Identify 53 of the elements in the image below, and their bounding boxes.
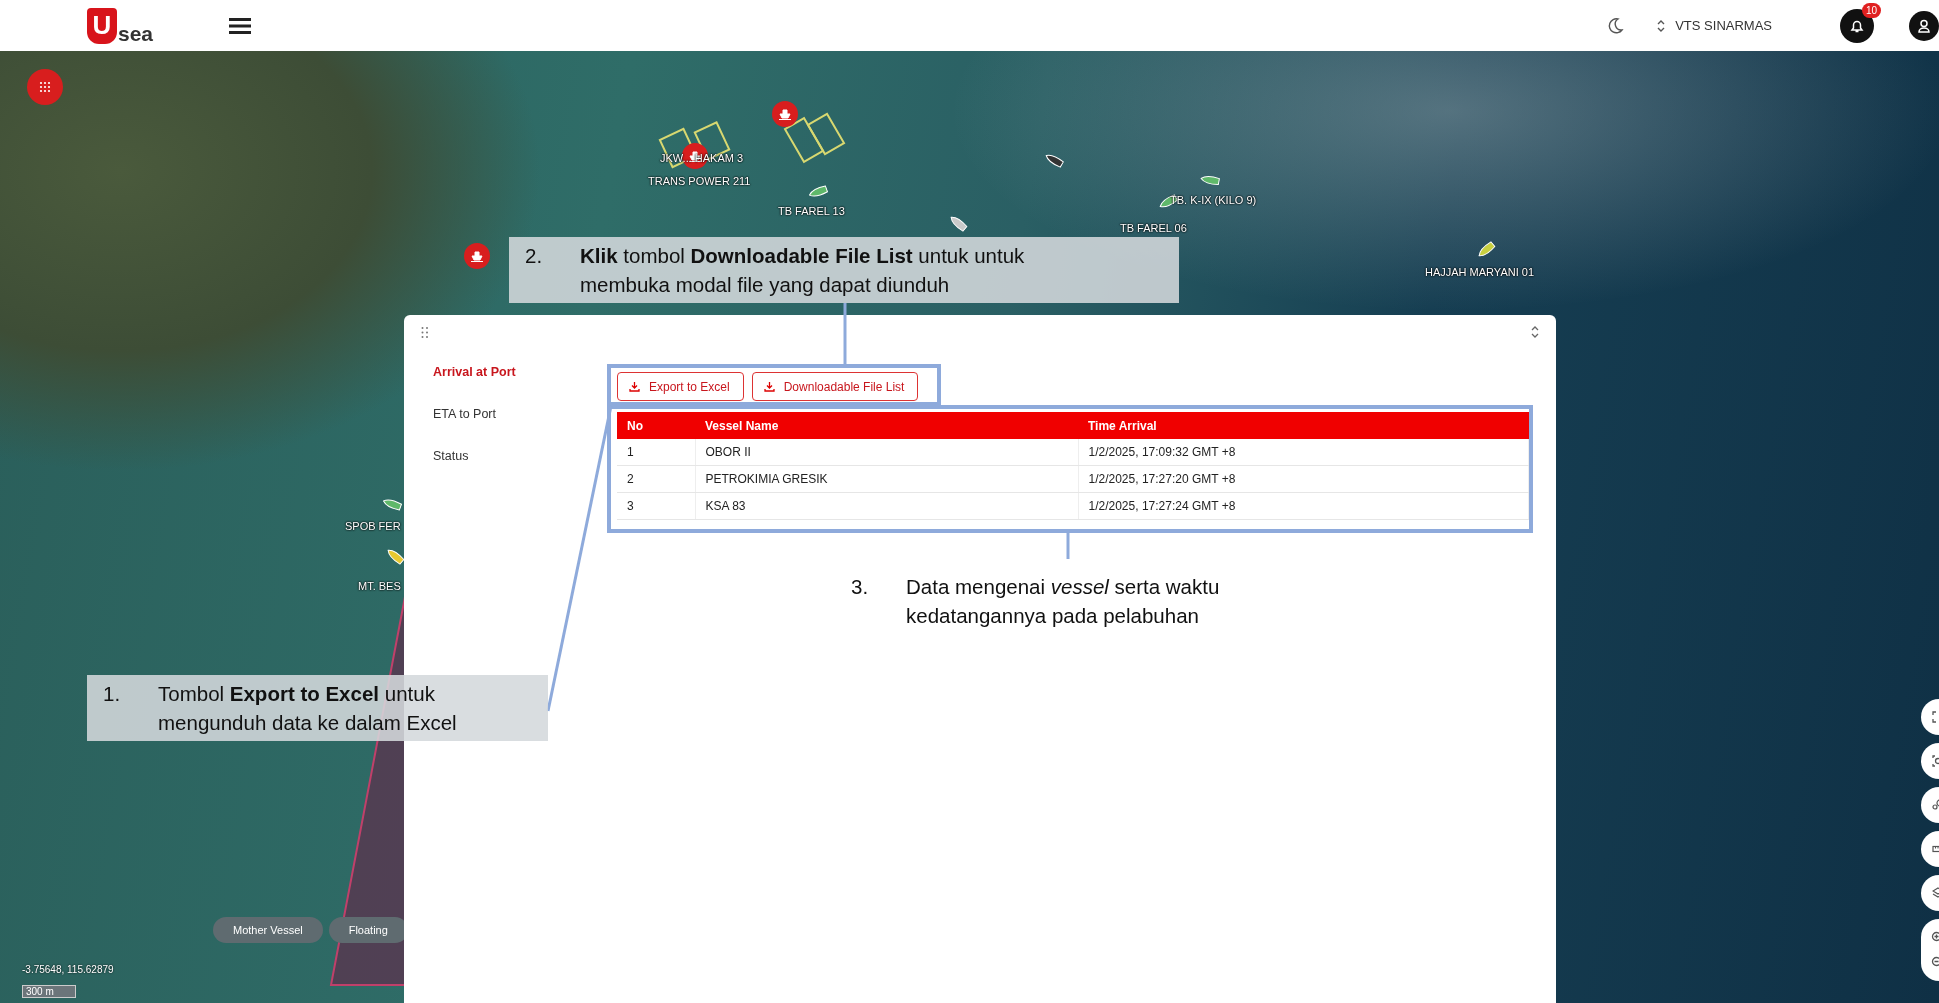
download-icon <box>763 381 775 392</box>
menu-item[interactable]: Arrival at Port <box>433 365 615 407</box>
chevron-updown-icon <box>1656 18 1667 33</box>
menu-icon[interactable] <box>229 16 251 35</box>
vessel-icon[interactable] <box>1199 173 1221 187</box>
menu-item[interactable]: Status <box>433 449 615 491</box>
column-header: Vessel Name <box>695 412 1078 439</box>
vessel-label[interactable]: MT. BES <box>358 580 401 592</box>
user-icon[interactable] <box>1909 10 1939 41</box>
column-header: Time Arrival <box>1078 412 1529 439</box>
step-number: 1. <box>103 681 122 707</box>
step-number: 3. <box>851 574 870 600</box>
column-header: No <box>617 412 695 439</box>
grid-icon <box>39 81 51 93</box>
table-cell: 1/2/2025, 17:27:20 GMT +8 <box>1078 465 1529 493</box>
table-cell: 2 <box>617 465 695 493</box>
expand-collapse-icon[interactable] <box>1531 326 1539 338</box>
dark-mode-icon[interactable] <box>1606 16 1625 35</box>
port-marker-icon[interactable] <box>464 243 490 269</box>
vessel-label[interactable]: SPOB FER <box>345 520 401 532</box>
table-cell: 1/2/2025, 17:27:24 GMT +8 <box>1078 492 1529 520</box>
notification-badge: 10 <box>1861 2 1881 18</box>
table-cell: OBOR II <box>695 439 1078 466</box>
table-cell: 1 <box>617 439 695 466</box>
table-cell: 3 <box>617 492 695 520</box>
download-button[interactable]: Downloadable File List <box>751 372 919 401</box>
account-selector[interactable]: VTS SINARMAS <box>1656 18 1772 33</box>
download-icon <box>629 381 640 392</box>
leader-line <box>843 303 847 364</box>
vessel-label[interactable]: TRANS POWER 211 <box>648 175 751 187</box>
menu-item[interactable]: ETA to Port <box>433 407 615 449</box>
coordinates-text: -3.75648, 115.62879 <box>22 964 114 975</box>
annotation-text: Tombol Export to Excel untuk mengunduh data ke dalam Excel <box>158 681 458 736</box>
table-cell: 1/2/2025, 17:09:32 GMT +8 <box>1078 439 1529 466</box>
leader-line <box>1066 533 1070 559</box>
drag-handle-icon[interactable] <box>421 326 429 338</box>
filter-chip[interactable]: Mother Vessel <box>213 917 323 943</box>
zone-outline <box>783 112 846 164</box>
download-button[interactable]: Export to Excel <box>617 372 744 401</box>
logo-mark: U <box>87 7 117 44</box>
vessel-label[interactable]: TB FAREL 13 <box>778 205 845 217</box>
annotation-text: Data mengenai vessel serta waktu kedatangannya pada pelabuhan <box>906 574 1221 629</box>
vessel-label[interactable]: TB FAREL 06 <box>1120 222 1187 234</box>
scale-bar: 300 m <box>22 985 76 998</box>
apps-button[interactable] <box>27 69 63 105</box>
table-cell: KSA 83 <box>695 492 1078 520</box>
table-cell: PETROKIMIA GRESIK <box>695 465 1078 493</box>
step-number: 2. <box>525 243 544 269</box>
vessel-label[interactable]: HAJJAH MARYANI 01 <box>1425 266 1534 278</box>
logo-text: sea <box>118 22 154 44</box>
satellite-map[interactable] <box>0 51 1939 1003</box>
port-marker-icon[interactable] <box>772 101 798 127</box>
annotation-text: Klik tombol Downloadable File List untuk untuk membuka modal file yang dapat diunduh <box>580 243 1026 298</box>
